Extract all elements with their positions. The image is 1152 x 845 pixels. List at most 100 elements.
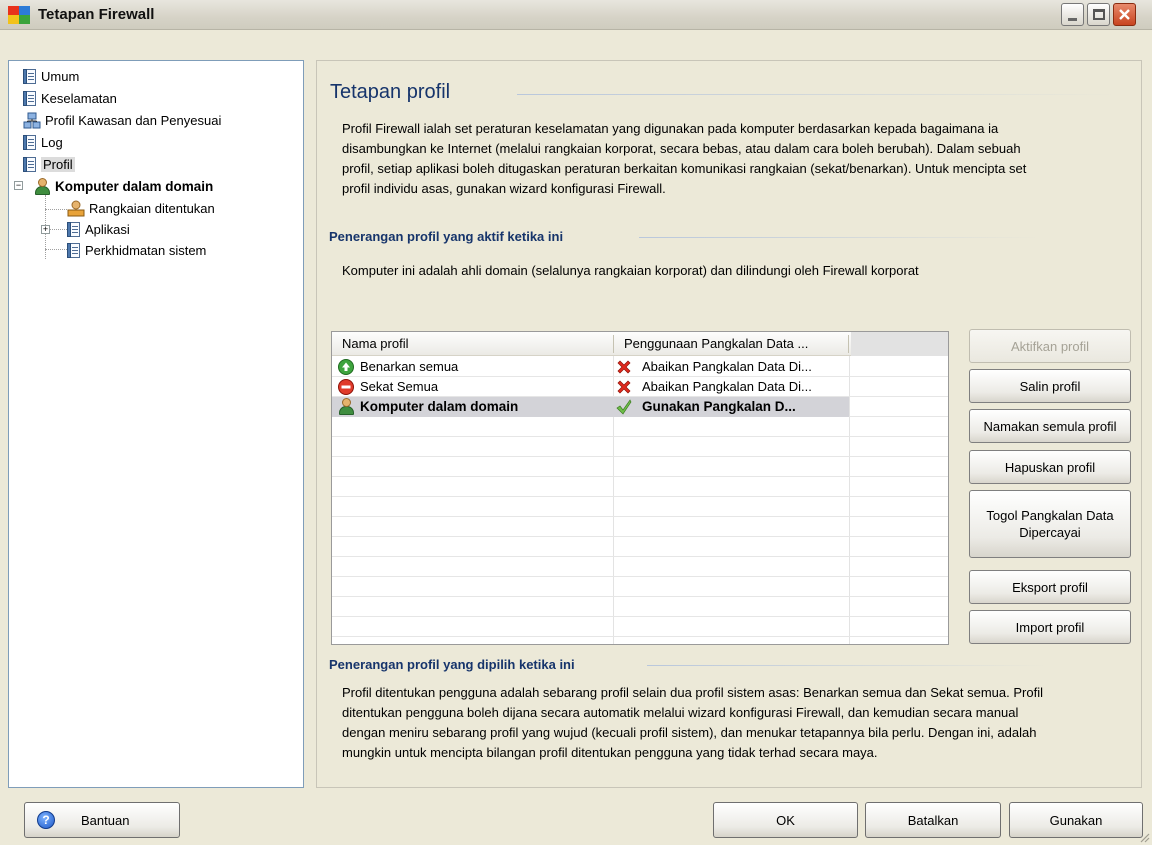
document-icon xyxy=(23,68,37,85)
column-separator xyxy=(848,335,849,353)
database-usage-cell: Abaikan Pangkalan Data Di... xyxy=(642,359,812,374)
profile-name-cell: Komputer dalam domain xyxy=(360,399,519,414)
tree-connector xyxy=(50,229,67,230)
tree-item-label: Log xyxy=(41,134,63,150)
toggle-trusted-database-button[interactable]: Togol Pangkalan Data Dipercayai xyxy=(969,490,1131,558)
copy-profile-button[interactable]: Salin profil xyxy=(969,369,1131,403)
row-gridline xyxy=(332,436,948,437)
tree-item-aplikasi[interactable]: Aplikasi xyxy=(67,219,130,239)
block-icon xyxy=(338,379,354,395)
title-divider xyxy=(517,94,1117,95)
delete-profile-button[interactable]: Hapuskan profil xyxy=(969,450,1131,484)
red-x-icon xyxy=(617,380,631,394)
rename-profile-button[interactable]: Namakan semula profil xyxy=(969,409,1131,443)
ok-button[interactable]: OK xyxy=(713,802,858,838)
tree-item-label: Umum xyxy=(41,68,80,84)
network-icon xyxy=(23,112,41,128)
tree-item-label: Perkhidmatan sistem xyxy=(85,242,207,258)
export-profile-button[interactable]: Eksport profil xyxy=(969,570,1131,604)
row-gridline xyxy=(332,516,948,517)
tree-item-profil[interactable]: Profil xyxy=(23,154,75,174)
tree-item-umum[interactable]: Umum xyxy=(23,66,79,86)
row-gridline xyxy=(332,596,948,597)
row-gridline xyxy=(332,496,948,497)
selected-profile-heading: Penerangan profil yang dipilih ketika in… xyxy=(329,657,575,672)
cancel-button[interactable]: Batalkan xyxy=(865,802,1001,838)
selected-description-line-4: mungkin untuk mencipta bilangan profil d… xyxy=(342,745,878,760)
app-icon xyxy=(8,6,30,24)
table-row[interactable]: Sekat Semua Abaikan Pangkalan Data Di... xyxy=(332,377,948,397)
section-divider xyxy=(639,237,1039,238)
column-header-filler xyxy=(851,332,948,356)
profile-name-cell: Benarkan semua xyxy=(360,359,459,374)
tree-item-label: Profil Kawasan dan Penyesuai xyxy=(45,112,222,128)
profile-table[interactable]: Nama profil Penggunaan Pangkalan Data ..… xyxy=(331,331,949,645)
resize-grip-icon[interactable] xyxy=(1138,831,1150,843)
row-gridline xyxy=(332,576,948,577)
maximize-icon xyxy=(1092,9,1105,20)
selected-description-line-1: Profil ditentukan pengguna adalah sebara… xyxy=(342,685,1043,700)
row-gridline xyxy=(332,616,948,617)
help-button[interactable]: ? Bantuan xyxy=(24,802,180,838)
user-icon xyxy=(33,177,51,195)
row-gridline xyxy=(332,476,948,477)
document-icon xyxy=(67,242,81,259)
page-title: Tetapan profil xyxy=(330,81,451,103)
user-icon xyxy=(337,398,354,415)
apply-button[interactable]: Gunakan xyxy=(1009,802,1143,838)
intro-line-1: Profil Firewall ialah set peraturan kese… xyxy=(342,121,999,136)
intro-line-2: disambungkan ke Internet (melalui rangka… xyxy=(342,141,1021,156)
document-icon xyxy=(23,90,37,107)
database-usage-cell: Abaikan Pangkalan Data Di... xyxy=(642,379,812,394)
tree-item-label: Komputer dalam domain xyxy=(55,178,214,194)
column-header-name[interactable]: Nama profil xyxy=(332,332,612,356)
expand-toggle[interactable]: + xyxy=(41,225,50,234)
section-divider xyxy=(647,665,1047,666)
collapse-toggle[interactable]: − xyxy=(14,181,23,190)
minimize-button[interactable] xyxy=(1061,3,1084,26)
active-profile-heading: Penerangan profil yang aktif ketika ini xyxy=(329,229,564,244)
network-icon xyxy=(67,200,85,216)
tree-item-label: Keselamatan xyxy=(41,90,117,106)
tree-connector xyxy=(45,249,67,250)
settings-tree[interactable]: Umum Keselamatan Profil Kawasan dan Peny… xyxy=(8,60,304,788)
tree-item-keselamatan[interactable]: Keselamatan xyxy=(23,88,117,108)
selected-description-line-3: dengan meniru sebarang profil yang wujud… xyxy=(342,725,1037,740)
close-button[interactable] xyxy=(1113,3,1136,26)
row-gridline xyxy=(332,556,948,557)
red-x-icon xyxy=(617,360,631,374)
intro-line-4: profil individu asas, gunakan wizard kon… xyxy=(342,181,666,196)
tree-item-rangkaian-ditentukan[interactable]: Rangkaian ditentukan xyxy=(67,198,215,218)
tree-item-perkhidmatan-sistem[interactable]: Perkhidmatan sistem xyxy=(67,240,206,260)
active-profile-description: Komputer ini adalah ahli domain (selalun… xyxy=(342,263,919,278)
database-usage-cell: Gunakan Pangkalan D... xyxy=(642,399,796,414)
row-gridline xyxy=(332,456,948,457)
close-icon xyxy=(1119,9,1130,20)
title-bar[interactable]: Tetapan Firewall xyxy=(0,0,1152,30)
import-profile-button[interactable]: Import profil xyxy=(969,610,1131,644)
tree-connector xyxy=(45,209,67,210)
firewall-settings-window: Tetapan Firewall Umum Keselamatan Profil… xyxy=(0,0,1152,845)
row-gridline xyxy=(332,536,948,537)
toggle-button-line-2: Dipercayai xyxy=(1019,525,1081,540)
green-check-icon xyxy=(616,399,632,415)
table-row-selected[interactable]: Komputer dalam domain Gunakan Pangkalan … xyxy=(332,397,948,417)
column-header-database[interactable]: Penggunaan Pangkalan Data ... xyxy=(614,332,848,356)
activate-profile-button[interactable]: Aktifkan profil xyxy=(969,329,1131,363)
profile-settings-pane: Tetapan profil Profil Firewall ialah set… xyxy=(316,60,1142,788)
pane-splitter[interactable] xyxy=(306,58,314,788)
tree-item-log[interactable]: Log xyxy=(23,132,63,152)
allow-icon xyxy=(338,359,354,375)
intro-line-3: profil, setiap aplikasi boleh ditugaskan… xyxy=(342,161,1027,176)
table-row[interactable]: Benarkan semua Abaikan Pangkalan Data Di… xyxy=(332,357,948,377)
row-gridline xyxy=(332,636,948,637)
maximize-button[interactable] xyxy=(1087,3,1110,26)
document-icon xyxy=(23,134,37,151)
document-icon xyxy=(23,156,37,173)
tree-item-profil-kawasan[interactable]: Profil Kawasan dan Penyesuai xyxy=(23,110,221,130)
tree-item-komputer-dalam-domain[interactable]: Komputer dalam domain xyxy=(33,176,213,196)
toggle-button-line-1: Togol Pangkalan Data xyxy=(986,508,1114,523)
minimize-icon xyxy=(1068,18,1077,21)
tree-item-label: Profil xyxy=(41,156,75,172)
help-button-label: Bantuan xyxy=(81,812,130,828)
